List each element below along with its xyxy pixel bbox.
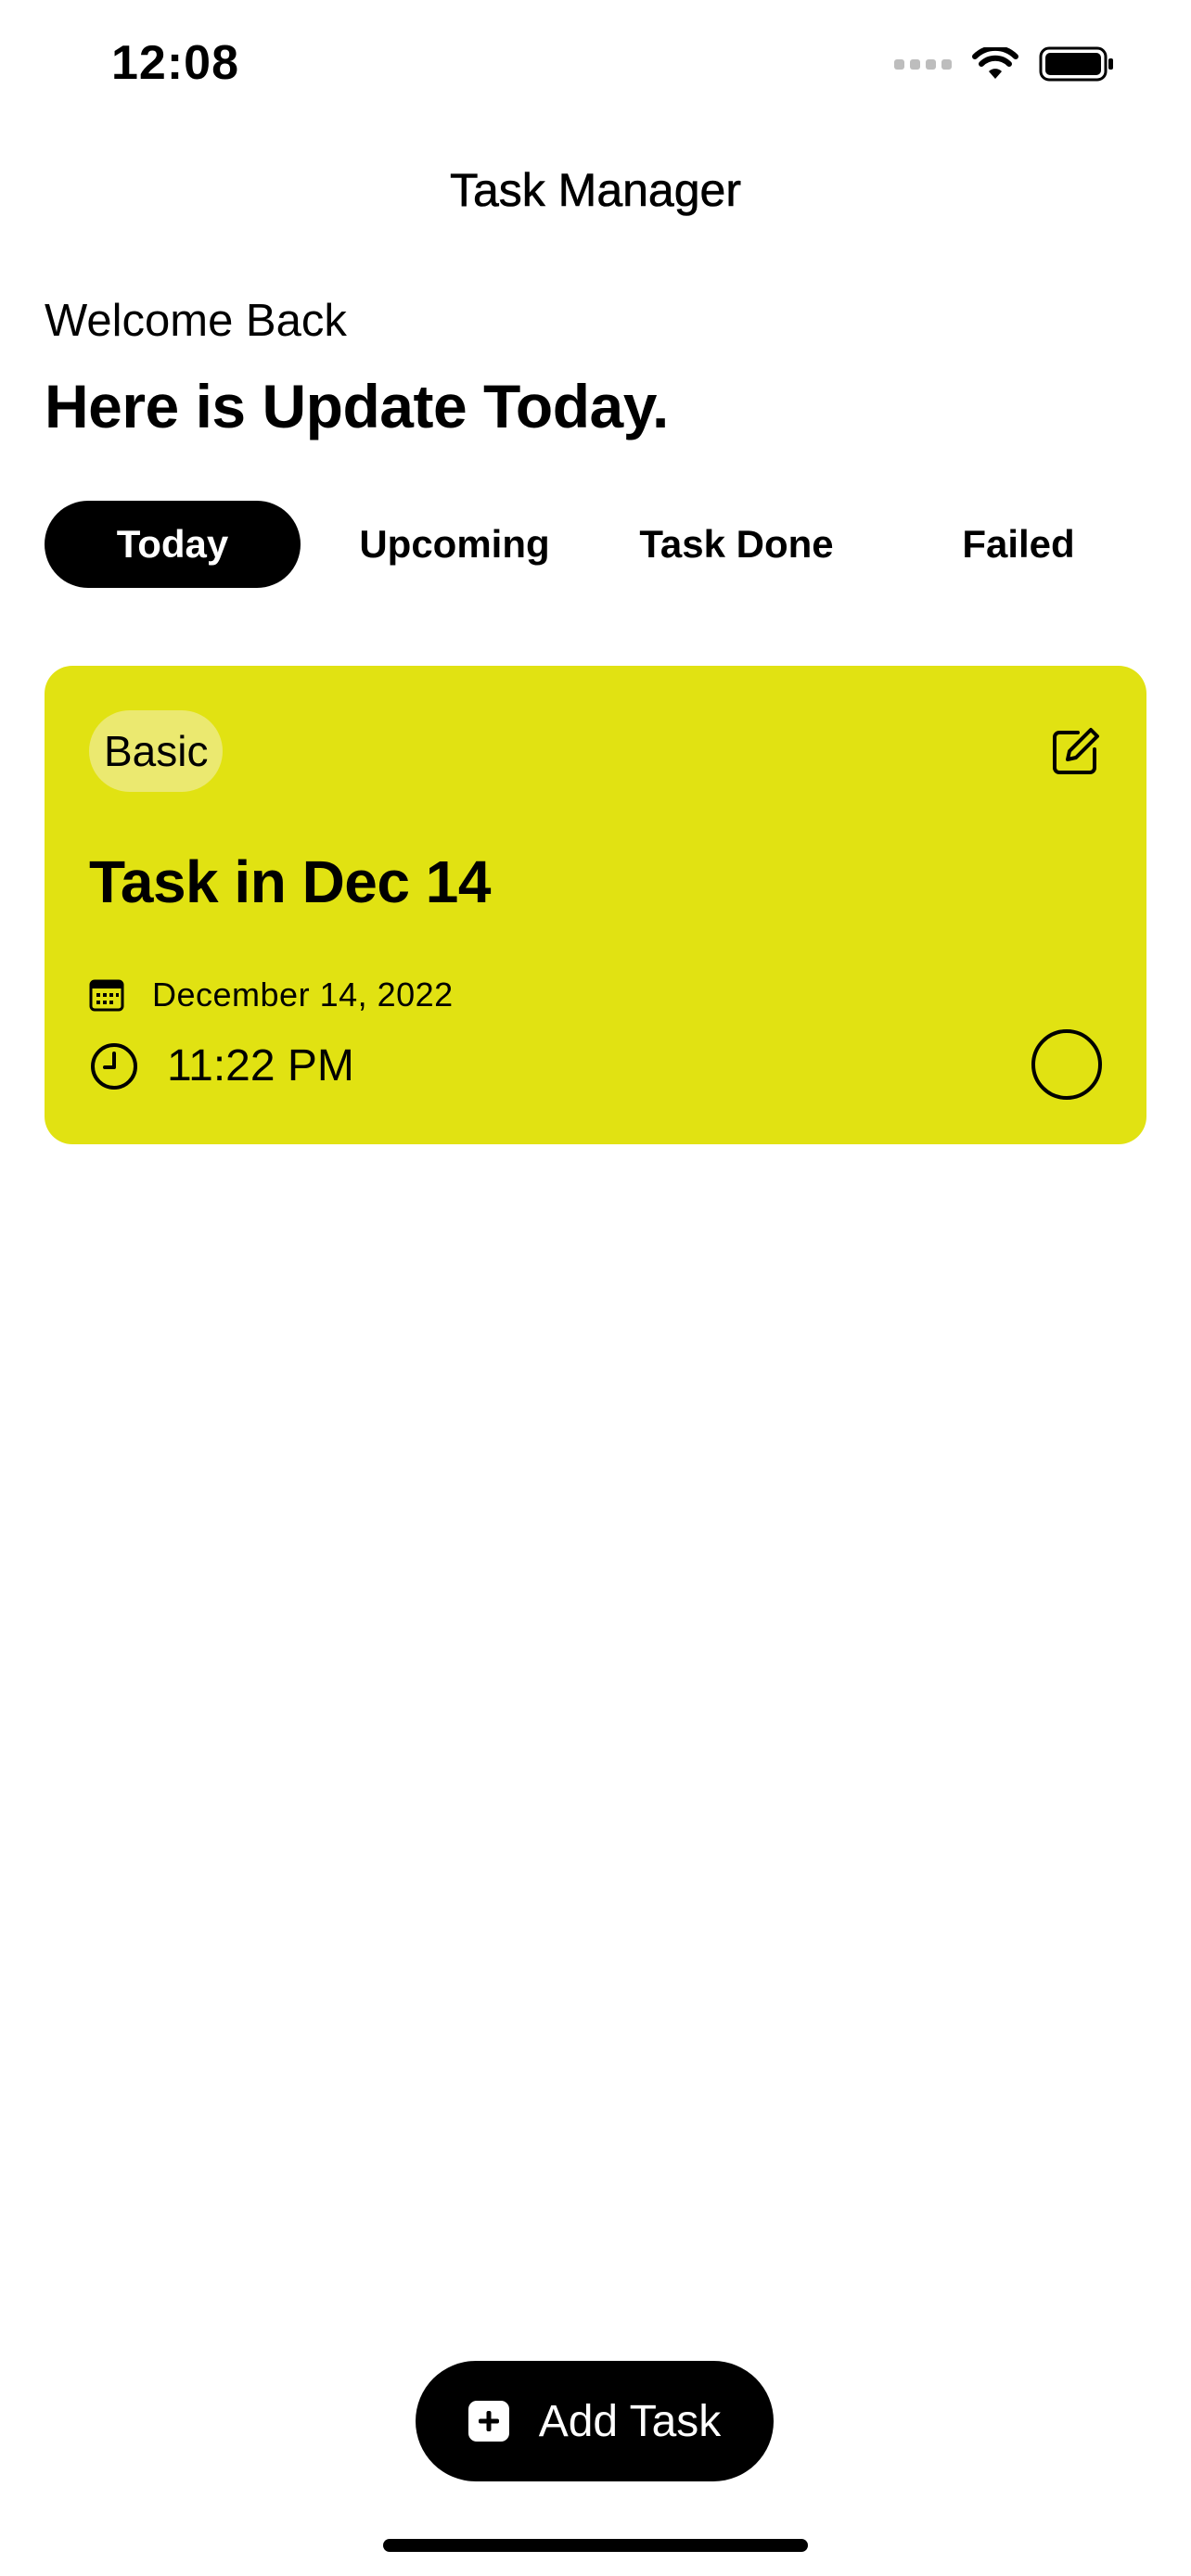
task-time: 11:22 PM <box>167 1041 354 1090</box>
wifi-icon <box>972 47 1018 79</box>
cellular-signal-icon <box>894 58 952 70</box>
tab-task-done[interactable]: Task Done <box>608 501 864 588</box>
edit-icon[interactable] <box>1050 725 1102 777</box>
tab-upcoming[interactable]: Upcoming <box>327 501 583 588</box>
tab-failed[interactable]: Failed <box>890 501 1146 588</box>
filter-tabs: Today Upcoming Task Done Failed <box>45 501 1146 588</box>
complete-toggle[interactable] <box>1031 1029 1102 1100</box>
calendar-icon <box>89 979 124 1012</box>
add-task-label: Add Task <box>538 2396 722 2446</box>
status-bar-time: 12:08 <box>111 36 239 90</box>
task-title: Task in Dec 14 <box>89 848 491 915</box>
battery-icon <box>1039 46 1113 82</box>
clock-icon <box>91 1042 137 1090</box>
add-task-button[interactable]: Add Task <box>416 2361 774 2481</box>
tab-today[interactable]: Today <box>45 501 301 588</box>
plus-square-icon <box>467 2401 509 2442</box>
task-time-row: 11:22 PM <box>89 1040 354 1091</box>
page-title: Task Manager <box>449 164 742 217</box>
task-date: December 14, 2022 <box>152 976 454 1014</box>
task-card[interactable]: Basic Task in Dec 14 December 14, 2022 1… <box>45 666 1146 1144</box>
task-tag: Basic <box>89 710 224 792</box>
task-date-row: December 14, 2022 <box>89 976 454 1014</box>
headline: Here is Update Today. <box>45 372 669 440</box>
welcome-text: Welcome Back <box>45 296 347 346</box>
home-indicator <box>383 2539 808 2552</box>
status-bar-icons <box>894 46 1115 82</box>
